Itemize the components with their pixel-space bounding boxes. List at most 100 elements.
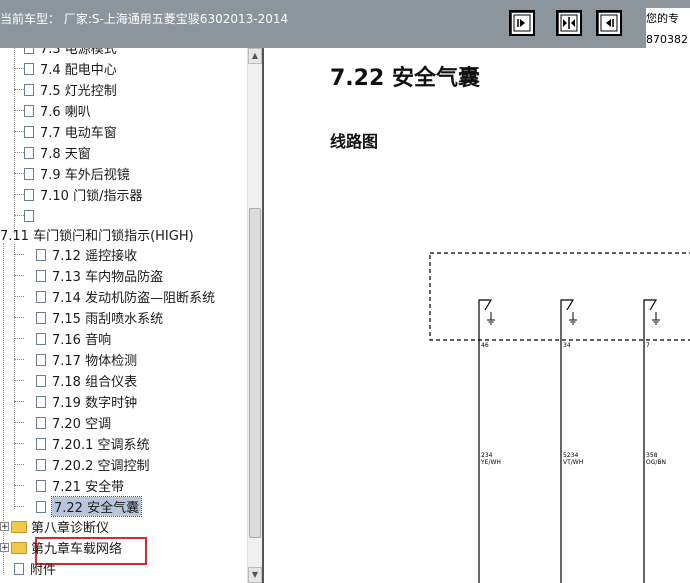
- tree-appendix[interactable]: 附件: [14, 558, 56, 579]
- tree-item-airbag[interactable]: 7.22 安全气囊: [36, 496, 143, 517]
- tree-item[interactable]: 7.13 车内物品防盗: [36, 265, 163, 286]
- tree-item[interactable]: 7.3 电源模式: [24, 48, 117, 58]
- scroll-up-arrow-icon[interactable]: ▲: [248, 48, 262, 64]
- connector-boundary: [429, 252, 690, 341]
- tree-item-label: 7.11 车门锁闩和门锁指示(HIGH): [0, 229, 194, 244]
- tree-guide: [14, 48, 15, 233]
- document-icon: [36, 332, 46, 345]
- tree-item[interactable]: 7.5 灯光控制: [24, 79, 117, 100]
- tree-item[interactable]: 7.14 发动机防盗—阻断系统: [36, 286, 215, 307]
- tree-item[interactable]: 7.20.1 空调系统: [36, 433, 149, 454]
- tree-item-label: 7.5 灯光控制: [40, 84, 117, 99]
- document-view: 7.22 安全气囊 线路图 46 234 YE/WH 34 5234 VT/WH 7 358 O…: [264, 48, 690, 583]
- split-view-button[interactable]: [556, 10, 582, 36]
- tree-connector: [14, 401, 24, 402]
- folder-icon: [11, 541, 27, 554]
- navigation-tree: 7.3 电源模式 7.11 车门锁闩和门锁指示(HIGH) 7.22 安全气囊 …: [0, 48, 247, 583]
- expand-icon[interactable]: +: [0, 543, 9, 553]
- tree-item-label: 7.20 空调: [52, 417, 112, 432]
- split-view-icon: [560, 14, 578, 32]
- wire-label: 5234 VT/WH: [563, 452, 583, 466]
- tree-item[interactable]: [24, 205, 40, 226]
- user-info-panel: 您的专 870382: [646, 8, 690, 50]
- tree-item[interactable]: 7.21 安全带: [36, 475, 124, 496]
- document-icon: [24, 125, 34, 138]
- tree-item[interactable]: 7.9 车外后视镜: [24, 163, 130, 184]
- tree-item[interactable]: 7.18 组合仪表: [36, 370, 137, 391]
- tree-item[interactable]: 7.20 空调: [36, 412, 111, 433]
- document-icon: [36, 437, 46, 450]
- document-icon: [24, 48, 34, 54]
- expand-icon[interactable]: +: [0, 522, 9, 532]
- tree-item-label: 7.16 音响: [52, 333, 112, 348]
- tree-item[interactable]: 7.19 数字时钟: [36, 391, 137, 412]
- folder-icon: [11, 520, 27, 533]
- tree-connector: [14, 422, 24, 423]
- tree-item-label: 7.22 安全气囊: [50, 496, 143, 517]
- tree-item-label: 7.4 配电中心: [40, 63, 117, 78]
- tree-connector: [14, 131, 24, 132]
- tree-item[interactable]: 7.8 天窗: [24, 142, 91, 163]
- document-icon: [36, 248, 46, 261]
- wire-color: OG/BN: [646, 459, 666, 466]
- tree-item[interactable]: 7.20.2 空调控制: [36, 454, 149, 475]
- tree-connector: [14, 254, 24, 255]
- tree-item[interactable]: 7.10 门锁/指示器: [24, 184, 142, 205]
- tree-connector: [14, 317, 24, 318]
- wire-id: 234: [481, 452, 493, 459]
- next-page-button[interactable]: [596, 10, 622, 36]
- prev-page-icon: [513, 14, 531, 32]
- tree-connector: [14, 275, 24, 276]
- document-icon: [24, 104, 34, 117]
- scroll-down-arrow-icon[interactable]: ▼: [248, 567, 262, 583]
- tree-item-label: 第八章诊断仪: [31, 521, 110, 536]
- tree-connector: [14, 296, 24, 297]
- tree-connector: [14, 173, 24, 174]
- tree-connector: [14, 359, 24, 360]
- tree-connector: [14, 464, 24, 465]
- pin-number-label: 46: [481, 342, 489, 349]
- tree-chapter-9[interactable]: + 第九章车载网络: [0, 537, 122, 558]
- tree-section-7-11[interactable]: 7.11 车门锁闩和门锁指示(HIGH): [0, 224, 194, 245]
- tree-item-label: 7.17 物体检测: [52, 354, 138, 369]
- pin-number-label: 7: [646, 342, 650, 349]
- tree-item[interactable]: 7.7 电动车窗: [24, 121, 117, 142]
- wire-label: 234 YE/WH: [481, 452, 501, 466]
- document-icon: [24, 167, 34, 180]
- tree-item[interactable]: 7.17 物体检测: [36, 349, 137, 370]
- document-icon: [36, 458, 46, 471]
- wire-id: 358: [646, 452, 658, 459]
- tree-connector: [14, 152, 24, 153]
- tree-connector: [14, 194, 24, 195]
- tree-connector: [14, 89, 24, 90]
- tree-item[interactable]: 7.15 雨刮喷水系统: [36, 307, 163, 328]
- document-icon: [36, 353, 46, 366]
- tree-connector: [14, 215, 24, 216]
- tree-item[interactable]: 7.4 配电中心: [24, 58, 117, 79]
- tree-item[interactable]: 7.6 喇叭: [24, 100, 91, 121]
- tree-item-label: 7.21 安全带: [52, 480, 125, 495]
- tree-item-label: 7.10 门锁/指示器: [40, 189, 143, 204]
- wire-color: VT/WH: [563, 459, 584, 466]
- vehicle-label: 当前车型： 厂家:S-上海通用五菱宝骏6302013-2014: [0, 12, 289, 26]
- tree-item-label: 第九章车载网络: [31, 542, 123, 557]
- tree-item-label: 7.20.1 空调系统: [52, 438, 150, 453]
- document-icon: [36, 395, 46, 408]
- tree-chapter-8[interactable]: + 第八章诊断仪: [0, 516, 109, 537]
- tree-connector: [14, 506, 24, 507]
- tree-item-label: 附件: [30, 563, 57, 578]
- prev-page-button[interactable]: [509, 10, 535, 36]
- document-icon: [24, 62, 34, 75]
- tree-item-label: 7.9 车外后视镜: [40, 168, 130, 183]
- document-icon: [36, 374, 46, 387]
- next-page-icon: [600, 14, 618, 32]
- tree-item-label: 7.18 组合仪表: [52, 375, 138, 390]
- tree-connector: [14, 68, 24, 69]
- user-info-line2: 870382: [646, 33, 688, 46]
- sidebar-scrollbar[interactable]: ▲ ▼: [247, 48, 262, 583]
- scroll-thumb[interactable]: [249, 208, 261, 538]
- tree-item[interactable]: 7.12 遥控接收: [36, 244, 137, 265]
- tree-item[interactable]: 7.16 音响: [36, 328, 111, 349]
- tree-item-label: 7.20.2 空调控制: [52, 459, 150, 474]
- pin-number-label: 34: [563, 342, 571, 349]
